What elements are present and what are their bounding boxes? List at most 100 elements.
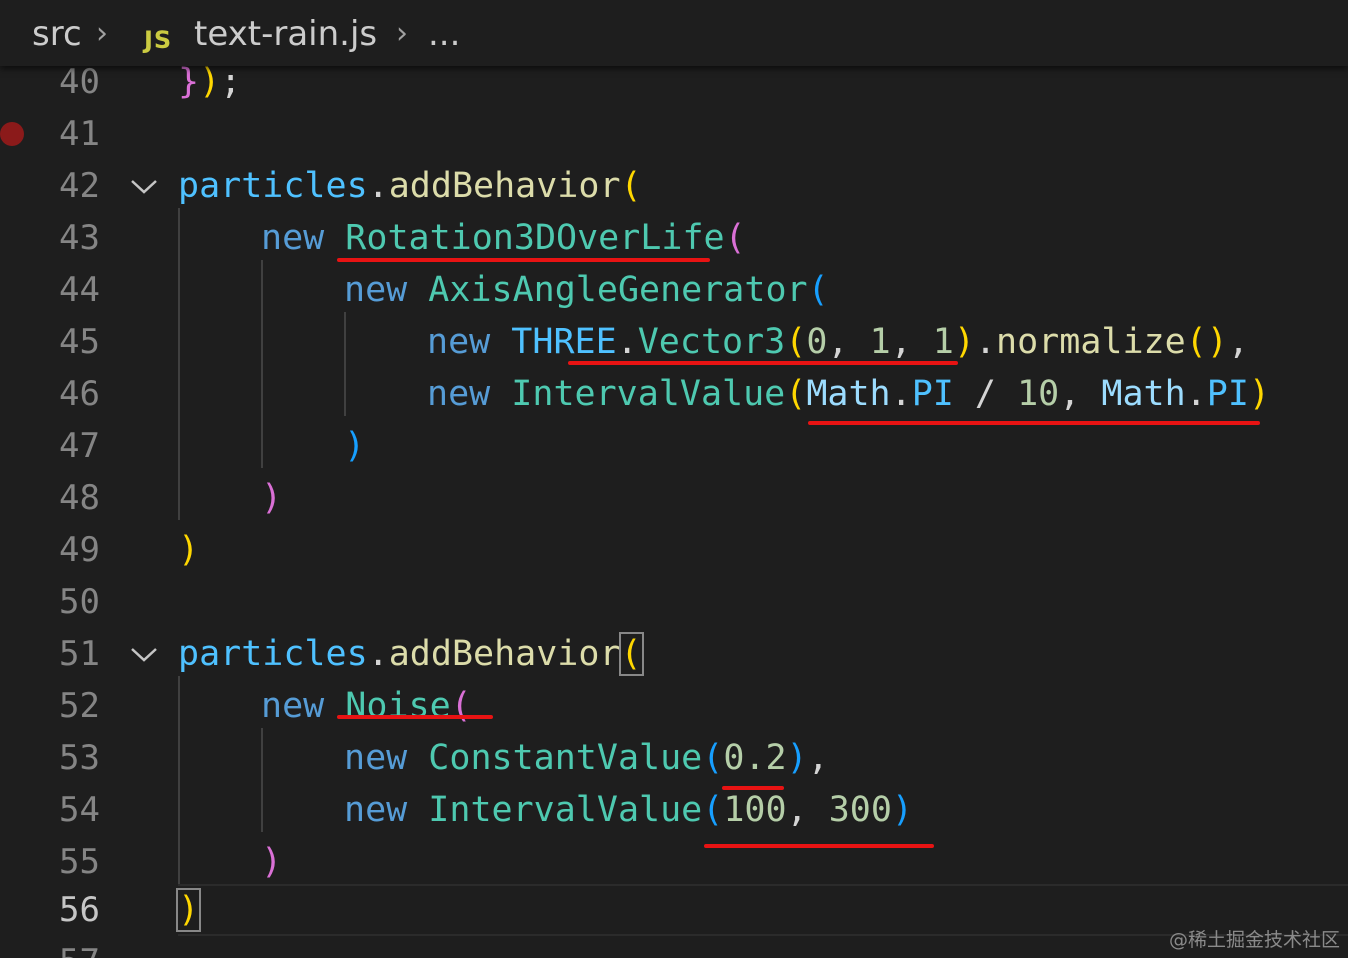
line-number: 40 (59, 66, 100, 102)
line-number: 48 (59, 478, 100, 518)
annotation-underline (808, 421, 1260, 425)
dot: . (974, 322, 997, 362)
identifier: particles (178, 634, 368, 674)
line-number: 53 (59, 738, 100, 778)
line-number: 46 (59, 374, 100, 414)
breadcrumb-folder[interactable]: src (32, 14, 82, 54)
code-line-52[interactable]: new Noise( (261, 680, 472, 732)
code-line-42[interactable]: particles.addBehavior( (178, 160, 642, 212)
code-line-54[interactable]: new IntervalValue(100, 300) (344, 784, 913, 836)
line-number-active: 56 (59, 890, 100, 930)
dot: . (1185, 374, 1207, 414)
line-number: 41 (59, 114, 100, 154)
keyword: new (427, 322, 491, 362)
paren-open-matched: ( (618, 632, 644, 676)
dot: . (890, 374, 912, 414)
indent-guide (178, 208, 180, 520)
code-editor[interactable]: 40 41 42 43 44 45 46 47 48 49 50 51 52 5… (0, 66, 1348, 958)
identifier: Math (1101, 374, 1186, 414)
paren-close: ) (1248, 374, 1270, 414)
paren-open: ( (785, 374, 807, 414)
chevron-right-icon: › (96, 16, 108, 51)
line-number: 51 (59, 634, 100, 674)
line-number: 57 (0, 936, 100, 958)
paren-close: ) (891, 790, 913, 830)
identifier: particles (178, 166, 368, 206)
separator: , (890, 322, 933, 362)
separator: , (786, 790, 829, 830)
annotation-underline (568, 361, 958, 365)
paren-close: ) (199, 66, 221, 102)
code-line-55[interactable]: ) (261, 836, 282, 888)
class-name: Noise (345, 686, 451, 726)
fold-chevron-down-icon[interactable] (130, 628, 158, 680)
separator: , (1059, 374, 1102, 414)
watermark: @稀土掘金技术社区 (1168, 929, 1340, 951)
line-number: 54 (59, 790, 100, 830)
line-number: 49 (59, 530, 100, 570)
code-line-48[interactable]: ) (261, 472, 282, 524)
code-line-40[interactable]: }); (178, 66, 241, 108)
line-number: 50 (59, 582, 100, 622)
line-number: 55 (59, 842, 100, 882)
call-parens: () (1185, 322, 1228, 362)
keyword: new (261, 218, 325, 258)
paren-open: ( (702, 738, 724, 778)
breadcrumb-symbols[interactable]: ... (428, 14, 460, 54)
number: 0.2 (723, 738, 787, 778)
javascript-file-icon: JS (144, 26, 173, 54)
brace-close: } (178, 66, 200, 102)
property: PI (911, 374, 954, 414)
breadcrumb-file[interactable]: text-rain.js (194, 14, 377, 54)
keyword: new (344, 790, 408, 830)
property: PI (1206, 374, 1249, 414)
number: 300 (828, 790, 892, 830)
line-number: 43 (59, 218, 100, 258)
paren-open: ( (785, 322, 807, 362)
comma: , (1227, 322, 1249, 362)
code-line-56[interactable]: ) (175, 884, 202, 936)
code-line-49[interactable]: ) (178, 524, 199, 576)
paren-open: ( (702, 790, 724, 830)
breadcrumb: src › JS text-rain.js › ... (0, 0, 1348, 66)
class-name: IntervalValue (511, 374, 786, 414)
code-line-53[interactable]: new ConstantValue(0.2), (344, 732, 829, 784)
code-line-47[interactable]: ) (344, 420, 365, 472)
indent-guide (261, 260, 263, 468)
method-name: addBehavior (388, 166, 621, 206)
keyword: new (344, 270, 408, 310)
annotation-underline (722, 786, 784, 790)
fold-chevron-down-icon[interactable] (130, 160, 158, 212)
paren-close: ) (261, 842, 283, 882)
paren-close: ) (344, 426, 366, 466)
code-line-44[interactable]: new AxisAngleGenerator( (344, 264, 829, 316)
code-line-43[interactable]: new Rotation3DOverLife( (261, 212, 746, 264)
class-name: IntervalValue (428, 790, 703, 830)
paren-close: ) (786, 738, 808, 778)
paren-close: ) (178, 530, 200, 570)
annotation-underline (704, 844, 934, 848)
number: 10 (1017, 374, 1060, 414)
operator: / (953, 374, 1018, 414)
semicolon: ; (220, 66, 242, 102)
keyword: new (427, 374, 491, 414)
code-line-46[interactable]: new IntervalValue(Math.PI / 10, Math.PI) (427, 368, 1270, 420)
line-number: 52 (59, 686, 100, 726)
number: 1 (932, 322, 954, 362)
paren-open: ( (807, 270, 829, 310)
keyword: new (344, 738, 408, 778)
line-number: 47 (59, 426, 100, 466)
class-name: Rotation3DOverLife (345, 218, 725, 258)
paren-open: ( (620, 166, 642, 206)
class-name: ConstantValue (428, 738, 703, 778)
dot: . (367, 166, 389, 206)
paren-close-matched: ) (175, 888, 202, 932)
dot: . (616, 322, 638, 362)
method-name: addBehavior (388, 634, 621, 674)
number: 0 (806, 322, 828, 362)
line-number: 44 (59, 270, 100, 310)
line-number: 45 (59, 322, 100, 362)
code-line-51[interactable]: particles.addBehavior( (178, 628, 644, 680)
indent-guide (261, 728, 263, 832)
paren-open: ( (450, 686, 472, 726)
